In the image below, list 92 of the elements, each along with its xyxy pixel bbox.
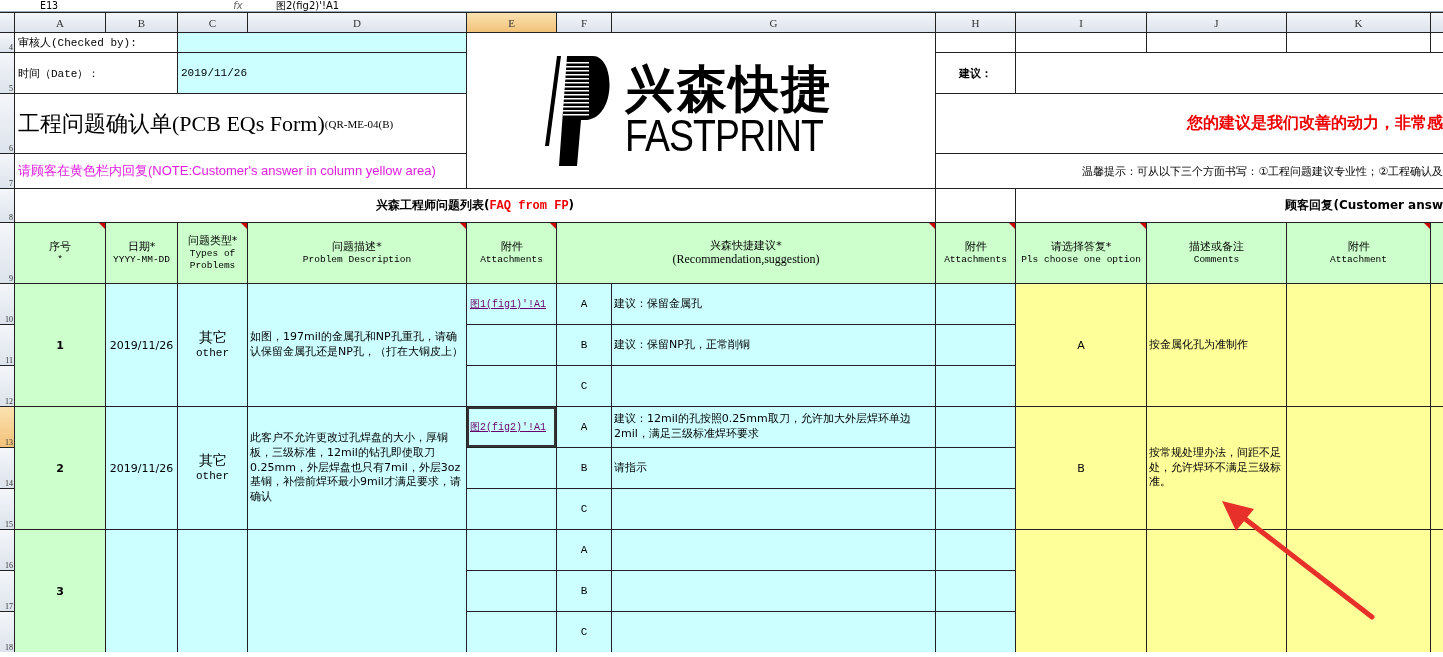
row-header[interactable]: 13 [0,407,14,447]
column-header[interactable]: J [1147,13,1286,32]
column-title: 问题描述* Problem Description [248,223,466,283]
row-header[interactable]: 18 [0,612,14,652]
option-text: 请指示 [612,448,935,488]
issue-number: 2 [15,407,105,529]
attachment-cell[interactable] [467,325,556,365]
option-letter: C [557,489,611,529]
problem-type: 其它 other [178,284,247,406]
row-header[interactable]: 15 [0,489,14,529]
answer-field[interactable] [1016,530,1146,652]
suggestion-label: 建议： [936,53,1015,93]
row-header[interactable]: 16 [0,530,14,570]
row-header[interactable]: 10 [0,284,14,324]
attachment-cell[interactable]: 图1(fig1)'!A1 [467,284,556,324]
date-label: 时间（Date）： [15,53,177,93]
column-header[interactable]: B [106,13,177,32]
customer-note: 请顾客在黄色栏内回复(NOTE:Customer's answer in column yellow area) [15,154,466,188]
issue-number: 1 [15,284,105,406]
option-letter: C [557,366,611,406]
column-header[interactable]: G [612,13,935,32]
date-field[interactable]: 2019/11/26 [178,53,466,93]
suggestion-field[interactable] [1016,53,1443,93]
checked-by-field[interactable] [178,33,466,52]
column-header[interactable]: I [1016,13,1146,32]
column-title: 附件 Attachment [1287,223,1430,283]
tip-text: 温馨提示：可从以下三个方面书写：①工程问题建议专业性；②工程确认及 [1082,163,1443,179]
column-title: 兴森快捷建议* (Recommendation,suggestion) [557,223,935,283]
column-title: 序号 * [15,223,105,283]
attachment-cell[interactable] [467,448,556,488]
column-title: 请选择答复* Pls choose one option [1016,223,1146,283]
problem-type: 其它 other [178,407,247,529]
row-header[interactable]: 12 [0,366,14,406]
row-header[interactable]: 14 [0,448,14,488]
option-letter: B [557,571,611,611]
attachment-cell[interactable] [467,612,556,652]
attachment-link[interactable]: 图2(fig2)'!A1 [470,420,546,434]
column-header[interactable]: H [936,13,1015,32]
form-code: (QR-ME-04(B) [324,117,394,130]
function-icon[interactable]: fx [208,0,268,12]
logo-name-zh: 兴森快捷 [625,63,834,114]
thanks-message: 您的建议是我们改善的动力，非常感 [1187,113,1443,134]
option-letter: C [557,612,611,652]
form-title: 工程问题确认单(PCB EQs Form) [18,109,325,138]
column-header[interactable]: C [178,13,247,32]
column-title: 附件 Attachments [467,223,556,283]
column-title: 附件 Attachments [936,223,1015,283]
option-letter: A [557,407,611,447]
option-letter: A [557,284,611,324]
attachment-link[interactable]: 图1(fig1)'!A1 [470,297,546,311]
column-header[interactable]: A [15,13,105,32]
row-header[interactable]: 5 [0,53,14,93]
option-text: 建议：12mil的孔按照0.25mm取刀，允许加大外层焊环单边2mil，满足三级标准焊环要求 [612,407,935,447]
comment-field[interactable] [1147,530,1286,652]
issue-date: 2019/11/26 [106,407,177,529]
row-header[interactable]: 6 [0,94,14,153]
row-header[interactable]: 7 [0,154,14,188]
answer-choice[interactable]: A [1016,284,1146,406]
issue-date: 2019/11/26 [106,284,177,406]
row-header[interactable]: 8 [0,189,14,222]
customer-section-title: 顾客回复(Customer answ [1285,197,1443,214]
attachment-cell[interactable] [467,366,556,406]
fp-section-title: 兴森工程师问题列表(FAQ from FP) [375,197,575,214]
option-letter: B [557,448,611,488]
column-title: 日期* YYYY-MM-DD [106,223,177,283]
answer-comment[interactable]: 按常规处理办法，间距不足处，允许焊环不满足三级标准。 [1147,407,1286,529]
checked-by-label: 审核人(Checked by): [15,33,177,52]
problem-description: 此客户不允许更改过孔焊盘的大小，厚铜板，三级标准，12mil的钻孔即使取刀0.25mm，外层焊盘也只有7mil，外层3oz基铜，补偿前焊环最小9mil才满足要求，请确认 [248,407,466,529]
option-text: 建议：保留金属孔 [612,284,935,324]
column-header[interactable]: K [1287,13,1430,32]
option-letter: B [557,325,611,365]
name-box[interactable]: E13 [0,0,200,12]
answer-choice[interactable]: B [1016,407,1146,529]
column-header[interactable]: D [248,13,466,32]
option-letter: A [557,530,611,570]
row-header[interactable]: 11 [0,325,14,365]
row-header[interactable]: 17 [0,571,14,611]
row-header[interactable]: 4 [0,33,14,52]
column-header[interactable]: E [467,13,556,32]
problem-description: 如图，197mil的金属孔和NP孔重孔，请确认保留金属孔还是NP孔，（打在大铜皮上） [248,284,466,406]
option-text: 建议：保留NP孔，正常削铜 [612,325,935,365]
attachment-cell[interactable] [467,530,556,570]
attachment-cell[interactable] [467,489,556,529]
attachment-cell[interactable]: 图2(fig2)'!A1 [467,407,556,447]
answer-comment[interactable]: 按金属化孔为准制作 [1147,284,1286,406]
attachment-cell[interactable] [467,571,556,611]
column-header[interactable]: F [557,13,611,32]
row-header[interactable]: 9 [0,223,14,283]
issue-number: 3 [15,530,105,652]
column-title: 描述或备注 Comments [1147,223,1286,283]
column-title: 问题类型* Types of Problems [178,223,247,283]
formula-field[interactable]: 图2(fig2)'!A1 [276,0,340,12]
